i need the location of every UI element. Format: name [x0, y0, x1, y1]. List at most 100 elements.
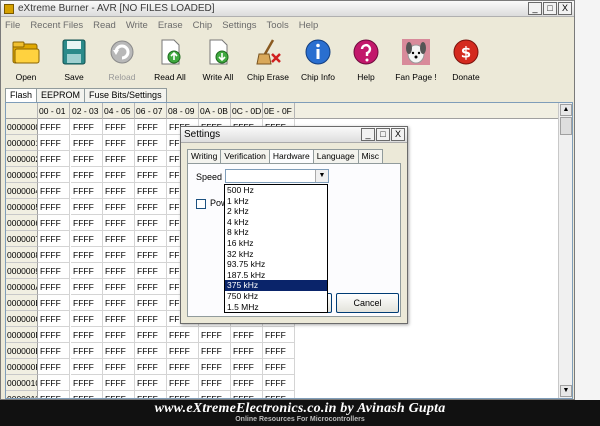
hex-cell[interactable]: FFFF	[103, 359, 135, 375]
hex-cell[interactable]: FFFF	[38, 279, 70, 295]
hex-cell[interactable]: FFFF	[71, 375, 103, 391]
hex-cell[interactable]: FFFF	[103, 183, 135, 199]
hex-cell[interactable]: FFFF	[38, 167, 70, 183]
hex-cell[interactable]: FFFF	[135, 247, 167, 263]
menu-write[interactable]: Write	[126, 20, 148, 31]
hex-cell[interactable]: FFFF	[263, 375, 295, 391]
hex-cell[interactable]: FFFF	[71, 343, 103, 359]
hex-cell[interactable]: FFFF	[71, 279, 103, 295]
hex-cell[interactable]: FFFF	[71, 167, 103, 183]
hex-cell[interactable]: FFFF	[103, 199, 135, 215]
read-all-button[interactable]: Read All	[147, 35, 193, 85]
ok-button[interactable]	[328, 293, 332, 313]
hex-cell[interactable]: FFFF	[199, 359, 231, 375]
hex-cell[interactable]: FFFF	[167, 391, 199, 398]
column-header[interactable]: 02 - 03	[71, 103, 103, 119]
tab-writing[interactable]: Writing	[187, 149, 222, 163]
hex-cell[interactable]: FFFF	[38, 375, 70, 391]
open-button[interactable]: Open	[3, 35, 49, 85]
hex-cell[interactable]: FFFF	[71, 327, 103, 343]
hex-cell[interactable]: FFFF	[71, 151, 103, 167]
chip-info-button[interactable]: Chip Info	[295, 35, 341, 85]
hex-cell[interactable]: FFFF	[199, 327, 231, 343]
speed-option[interactable]: 1 kHz	[225, 196, 327, 207]
hex-cell[interactable]: FFFF	[135, 215, 167, 231]
hex-cell[interactable]: FFFF	[71, 183, 103, 199]
menu-chip[interactable]: Chip	[193, 20, 213, 31]
hex-cell[interactable]: FFFF	[199, 343, 231, 359]
dialog-close-button[interactable]: X	[391, 128, 405, 141]
hex-cell[interactable]: FFFF	[231, 391, 263, 398]
hex-cell[interactable]: FFFF	[103, 375, 135, 391]
hex-cell[interactable]: FFFF	[38, 295, 70, 311]
hex-cell[interactable]: FFFF	[38, 391, 70, 398]
hex-cell[interactable]: FFFF	[103, 151, 135, 167]
close-button[interactable]: X	[558, 2, 572, 15]
speed-option[interactable]: 4 kHz	[225, 217, 327, 228]
hex-cell[interactable]: FFFF	[135, 135, 167, 151]
hex-cell[interactable]: FFFF	[135, 231, 167, 247]
chip-erase-button[interactable]: Chip Erase	[243, 35, 293, 85]
speed-option[interactable]: 2 kHz	[225, 206, 327, 217]
hex-cell[interactable]: FFFF	[231, 375, 263, 391]
hex-cell[interactable]: FFFF	[38, 231, 70, 247]
hex-cell[interactable]: FFFF	[199, 375, 231, 391]
hex-cell[interactable]: FFFF	[135, 327, 167, 343]
hex-cell[interactable]: FFFF	[135, 199, 167, 215]
write-all-button[interactable]: Write All	[195, 35, 241, 85]
dialog-maximize-button[interactable]: □	[376, 128, 390, 141]
tab-hardware[interactable]: Hardware	[268, 149, 314, 163]
hex-cell[interactable]: FFFF	[38, 311, 70, 327]
hex-cell[interactable]: FFFF	[167, 375, 199, 391]
column-header[interactable]: 0E - 0F	[263, 103, 295, 119]
hex-cell[interactable]: FFFF	[71, 199, 103, 215]
hex-cell[interactable]: FFFF	[38, 135, 70, 151]
hex-cell[interactable]: FFFF	[103, 343, 135, 359]
tab-verification[interactable]: Verification	[220, 149, 270, 163]
hex-cell[interactable]: FFFF	[38, 263, 70, 279]
chevron-down-icon[interactable]: ▼	[315, 170, 328, 182]
hex-cell[interactable]: FFFF	[167, 327, 199, 343]
tab-language[interactable]: Language	[312, 149, 359, 163]
hex-cell[interactable]: FFFF	[135, 311, 167, 327]
hex-cell[interactable]: FFFF	[38, 183, 70, 199]
hex-cell[interactable]: FFFF	[103, 263, 135, 279]
hex-cell[interactable]: FFFF	[103, 215, 135, 231]
dialog-minimize-button[interactable]: _	[361, 128, 375, 141]
power-checkbox[interactable]	[196, 199, 206, 209]
hex-cell[interactable]: FFFF	[103, 167, 135, 183]
column-header[interactable]: 08 - 09	[167, 103, 199, 119]
hex-cell[interactable]: FFFF	[231, 343, 263, 359]
hex-cell[interactable]: FFFF	[71, 119, 103, 135]
tab-misc[interactable]: Misc	[357, 149, 384, 163]
speed-option[interactable]: 16 kHz	[225, 238, 327, 249]
hex-cell[interactable]: FFFF	[38, 247, 70, 263]
hex-cell[interactable]: FFFF	[135, 119, 167, 135]
hex-cell[interactable]: FFFF	[135, 375, 167, 391]
speed-option[interactable]: 1.5 MHz	[225, 302, 327, 313]
hex-cell[interactable]: FFFF	[135, 167, 167, 183]
hex-cell[interactable]: FFFF	[135, 359, 167, 375]
hex-cell[interactable]: FFFF	[103, 295, 135, 311]
hex-cell[interactable]: FFFF	[263, 327, 295, 343]
hex-cell[interactable]: FFFF	[103, 311, 135, 327]
hex-cell[interactable]: FFFF	[135, 279, 167, 295]
hex-cell[interactable]: FFFF	[71, 359, 103, 375]
speed-option[interactable]: 500 Hz	[225, 185, 327, 196]
hex-cell[interactable]: FFFF	[199, 391, 231, 398]
menu-recent-files[interactable]: Recent Files	[30, 20, 83, 31]
hex-cell[interactable]: FFFF	[167, 359, 199, 375]
hex-cell[interactable]: FFFF	[71, 231, 103, 247]
hex-cell[interactable]: FFFF	[71, 247, 103, 263]
hex-cell[interactable]: FFFF	[263, 359, 295, 375]
hex-cell[interactable]: FFFF	[103, 391, 135, 398]
scroll-up-icon[interactable]: ▲	[560, 104, 572, 116]
maximize-button[interactable]: □	[543, 2, 557, 15]
fan-page-button[interactable]: Fan Page !	[391, 35, 441, 85]
donate-button[interactable]: $ Donate	[443, 35, 489, 85]
speed-select[interactable]: ▼	[225, 169, 329, 183]
column-header[interactable]: 00 - 01	[38, 103, 70, 119]
menu-erase[interactable]: Erase	[158, 20, 183, 31]
menu-help[interactable]: Help	[299, 20, 319, 31]
hex-cell[interactable]: FFFF	[103, 231, 135, 247]
